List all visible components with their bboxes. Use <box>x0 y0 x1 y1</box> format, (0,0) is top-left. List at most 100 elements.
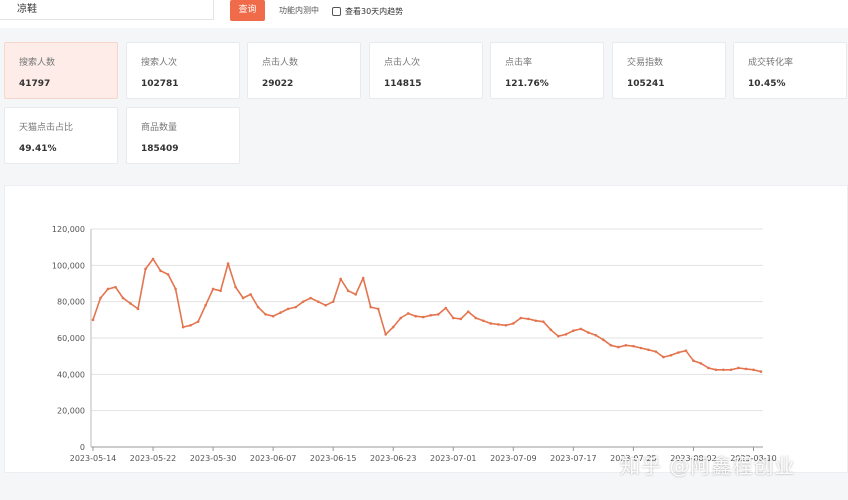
y-tick-label: 120,000 <box>52 225 85 234</box>
data-point <box>384 333 388 336</box>
data-point <box>414 314 418 318</box>
y-tick-label: 40,000 <box>57 370 85 379</box>
y-tick-label: 20,000 <box>57 407 85 416</box>
metric-value: 114815 <box>384 79 422 89</box>
data-point <box>279 311 282 314</box>
data-point <box>549 328 553 332</box>
data-point <box>189 323 192 327</box>
metric-value: 102781 <box>141 79 179 89</box>
metric-label: 商品数量 <box>141 123 178 133</box>
data-point <box>174 287 177 291</box>
data-point <box>181 325 185 329</box>
x-tick-label: 2023-07-09 <box>490 454 537 463</box>
trend-toggle-label: 查看30天内趋势 <box>345 6 404 16</box>
metric-value: 10.45% <box>748 79 786 89</box>
data-point <box>624 343 628 347</box>
data-point <box>602 338 605 342</box>
trend-toggle[interactable]: 查看30天内趋势 <box>332 5 403 17</box>
data-point <box>204 304 207 307</box>
data-point <box>129 302 132 305</box>
metric-card-click-count[interactable]: 点击人次 114815 <box>369 42 483 99</box>
data-point <box>361 276 365 280</box>
data-point <box>429 313 433 317</box>
data-point <box>226 262 230 265</box>
y-tick-label: 80,000 <box>57 298 85 307</box>
data-point <box>144 267 147 271</box>
data-point <box>271 314 275 318</box>
data-point <box>294 305 297 309</box>
data-point <box>609 343 613 347</box>
metric-value: 41797 <box>19 79 51 89</box>
data-point <box>399 316 403 320</box>
x-tick-label: 2023-05-14 <box>70 454 117 463</box>
metric-card-product-count[interactable]: 商品数量 185409 <box>126 107 240 164</box>
trend-line-chart: 0 20,000 40,000 60,000 80,000 100,000 120,000 2… <box>52 225 777 463</box>
data-point <box>151 257 155 261</box>
data-point <box>444 306 448 310</box>
query-button[interactable]: 查询 <box>230 0 265 21</box>
data-point <box>234 285 237 289</box>
data-point <box>309 296 312 300</box>
metric-label: 交易指数 <box>627 58 664 68</box>
data-point <box>594 333 598 337</box>
data-point <box>512 322 515 325</box>
data-point <box>639 346 643 350</box>
metric-value: 121.76% <box>505 79 549 89</box>
x-tick-label: 2023-05-22 <box>130 454 177 463</box>
data-point <box>376 307 380 311</box>
metric-value: 29022 <box>262 79 294 89</box>
data-point <box>474 316 478 320</box>
data-point <box>722 368 725 372</box>
data-point <box>617 345 620 349</box>
search-input[interactable]: 凉鞋 <box>0 0 214 20</box>
data-point <box>759 370 763 373</box>
data-point <box>339 277 342 281</box>
metric-card-tmall-click-share[interactable]: 天猫点击占比 49.41% <box>4 107 118 164</box>
data-point <box>699 362 703 365</box>
data-point <box>587 331 590 334</box>
metric-value: 49.41% <box>19 144 57 154</box>
data-point <box>99 296 102 300</box>
data-point <box>707 366 710 370</box>
trend-chart-panel: 0 20,000 40,000 60,000 80,000 100,000 120,000 2… <box>4 185 848 473</box>
data-point <box>354 293 357 296</box>
data-point <box>737 366 740 370</box>
data-point <box>136 307 140 311</box>
trend-checkbox[interactable] <box>332 6 341 16</box>
metric-label: 成交转化率 <box>748 58 794 68</box>
data-point <box>451 316 455 320</box>
data-point <box>106 287 110 291</box>
y-tick-label: 60,000 <box>57 334 85 343</box>
metric-card-click-users[interactable]: 点击人数 29022 <box>247 42 361 99</box>
data-point <box>91 318 95 322</box>
data-point <box>436 313 440 316</box>
data-point <box>219 289 222 293</box>
metric-card-search-count[interactable]: 搜索人次 102781 <box>126 42 240 99</box>
data-point <box>557 334 560 338</box>
metric-card-click-rate[interactable]: 点击率 121.76% <box>490 42 604 99</box>
data-point <box>489 322 493 325</box>
y-tick-label: 100,000 <box>52 261 85 270</box>
metric-label: 天猫点击占比 <box>19 123 74 133</box>
metric-card-conversion-rate[interactable]: 成交转化率 10.45% <box>733 42 847 99</box>
data-point <box>316 300 320 303</box>
series-line <box>92 258 762 373</box>
data-point <box>534 319 538 323</box>
data-point <box>497 323 500 326</box>
data-point <box>249 293 252 296</box>
data-point <box>196 320 200 323</box>
data-point <box>752 368 755 372</box>
data-point <box>729 368 733 372</box>
data-point <box>647 348 650 352</box>
data-point <box>331 300 335 303</box>
data-point <box>684 349 688 353</box>
data-point <box>669 353 673 357</box>
data-point <box>714 368 718 372</box>
data-point <box>421 315 425 319</box>
metric-card-trade-index[interactable]: 交易指数 105241 <box>612 42 726 99</box>
data-point <box>692 359 695 363</box>
top-bar: 凉鞋 查询 功能内测中 查看30天内趋势 <box>0 0 848 28</box>
metric-card-search-users[interactable]: 搜索人数 41797 <box>4 42 118 99</box>
watermark: 知乎 @阿鑫程创业 <box>620 454 796 478</box>
x-tick-label: 2023-06-23 <box>370 454 417 463</box>
